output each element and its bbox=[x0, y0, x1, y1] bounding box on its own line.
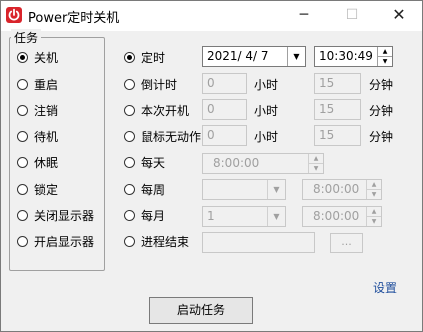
daily-time-value: 8:00:00 bbox=[213, 156, 260, 170]
task-monitor-off-label[interactable]: 关闭显示器 bbox=[34, 207, 94, 224]
mode-timed-label[interactable]: 定时 bbox=[141, 49, 165, 66]
mode-boot-label[interactable]: 本次开机 bbox=[141, 102, 189, 119]
mode-weekly-radio[interactable] bbox=[124, 184, 135, 195]
task-monitor-on-label[interactable]: 开启显示器 bbox=[34, 233, 94, 250]
mode-countdown-label[interactable]: 倒计时 bbox=[141, 76, 177, 93]
task-monitor-off-radio[interactable] bbox=[17, 210, 28, 221]
task-group-title: 任务 bbox=[11, 29, 42, 46]
countdown-minutes-input[interactable]: 15 bbox=[314, 73, 361, 94]
mode-process-label[interactable]: 进程结束 bbox=[141, 233, 189, 250]
countdown-hours-unit: 小时 bbox=[254, 78, 279, 92]
mode-idle-label[interactable]: 鼠标无动作 bbox=[141, 128, 203, 145]
mode-idle-radio[interactable] bbox=[124, 131, 135, 142]
time-value: 10:30:49 bbox=[319, 49, 373, 63]
idle-minutes-input[interactable]: 15 bbox=[314, 125, 361, 146]
daily-time-spinner[interactable]: ▲ ▼ bbox=[308, 154, 323, 173]
task-logoff-label[interactable]: 注销 bbox=[34, 102, 58, 119]
process-input[interactable] bbox=[202, 232, 315, 253]
start-task-button[interactable]: 启动任务 bbox=[149, 297, 253, 324]
app-window: Power定时关机 ─ ☐ ✕ 任务 关机 重启 注销 待机 休眠 锁定 关闭显… bbox=[0, 0, 423, 332]
power-icon bbox=[6, 7, 22, 23]
task-hibernate-radio[interactable] bbox=[17, 157, 28, 168]
weekly-time-spinner[interactable]: ▲ ▼ bbox=[366, 180, 381, 199]
task-lock-radio[interactable] bbox=[17, 184, 28, 195]
window-title: Power定时关机 bbox=[28, 11, 120, 26]
mode-daily-radio[interactable] bbox=[124, 157, 135, 168]
monthly-time-value: 8:00:00 bbox=[313, 209, 360, 223]
task-logoff-radio[interactable] bbox=[17, 105, 28, 116]
task-restart-label[interactable]: 重启 bbox=[34, 76, 58, 93]
date-value: 2021/ 4/ 7 bbox=[207, 49, 269, 63]
countdown-hours-input[interactable]: 0 bbox=[202, 73, 247, 94]
settings-link[interactable]: 设置 bbox=[373, 279, 397, 296]
task-shutdown-label[interactable]: 关机 bbox=[34, 49, 58, 66]
idle-hours-unit: 小时 bbox=[254, 130, 279, 144]
calendar-dropdown-icon[interactable]: ▼ bbox=[287, 47, 305, 66]
boot-minutes-unit: 分钟 bbox=[369, 104, 394, 118]
weekly-time-value: 8:00:00 bbox=[313, 182, 360, 196]
task-standby-label[interactable]: 待机 bbox=[34, 128, 58, 145]
monthly-dropdown-icon[interactable]: ▼ bbox=[267, 207, 285, 226]
mode-monthly-radio[interactable] bbox=[124, 210, 135, 221]
idle-minutes-unit: 分钟 bbox=[369, 130, 394, 144]
close-button[interactable]: ✕ bbox=[376, 1, 422, 31]
mode-countdown-radio[interactable] bbox=[124, 79, 135, 90]
weekly-time-picker[interactable]: 8:00:00 ▲ ▼ bbox=[302, 179, 382, 200]
weekly-dropdown-icon[interactable]: ▼ bbox=[267, 180, 285, 199]
monthly-time-picker[interactable]: 8:00:00 ▲ ▼ bbox=[302, 206, 382, 227]
task-lock-label[interactable]: 锁定 bbox=[34, 181, 58, 198]
weekly-day-select[interactable]: ▼ bbox=[202, 179, 286, 200]
boot-hours-input[interactable]: 0 bbox=[202, 99, 247, 120]
daily-time-picker[interactable]: 8:00:00 ▲ ▼ bbox=[202, 153, 324, 174]
boot-minutes-input[interactable]: 15 bbox=[314, 99, 361, 120]
task-hibernate-label[interactable]: 休眠 bbox=[34, 154, 58, 171]
idle-hours-input[interactable]: 0 bbox=[202, 125, 247, 146]
title-bar: Power定时关机 ─ ☐ ✕ bbox=[1, 1, 422, 31]
task-shutdown-radio[interactable] bbox=[17, 52, 28, 63]
mode-process-radio[interactable] bbox=[124, 236, 135, 247]
monthly-day-value: 1 bbox=[207, 209, 215, 223]
minimize-button[interactable]: ─ bbox=[281, 1, 327, 31]
countdown-minutes-unit: 分钟 bbox=[369, 78, 394, 92]
monthly-time-spinner[interactable]: ▲ ▼ bbox=[366, 207, 381, 226]
mode-daily-label[interactable]: 每天 bbox=[141, 154, 165, 171]
task-standby-radio[interactable] bbox=[17, 131, 28, 142]
date-picker[interactable]: 2021/ 4/ 7 ▼ bbox=[202, 46, 306, 67]
mode-boot-radio[interactable] bbox=[124, 105, 135, 116]
time-spinner[interactable]: ▲ ▼ bbox=[377, 47, 392, 66]
mode-monthly-label[interactable]: 每月 bbox=[141, 207, 165, 224]
monthly-day-select[interactable]: 1 ▼ bbox=[202, 206, 286, 227]
task-monitor-on-radio[interactable] bbox=[17, 236, 28, 247]
time-picker[interactable]: 10:30:49 ▲ ▼ bbox=[314, 46, 393, 67]
boot-hours-unit: 小时 bbox=[254, 104, 279, 118]
maximize-button[interactable]: ☐ bbox=[329, 1, 375, 31]
browse-process-button[interactable]: ... bbox=[330, 233, 363, 253]
mode-timed-radio[interactable] bbox=[124, 52, 135, 63]
mode-weekly-label[interactable]: 每周 bbox=[141, 181, 165, 198]
task-restart-radio[interactable] bbox=[17, 79, 28, 90]
